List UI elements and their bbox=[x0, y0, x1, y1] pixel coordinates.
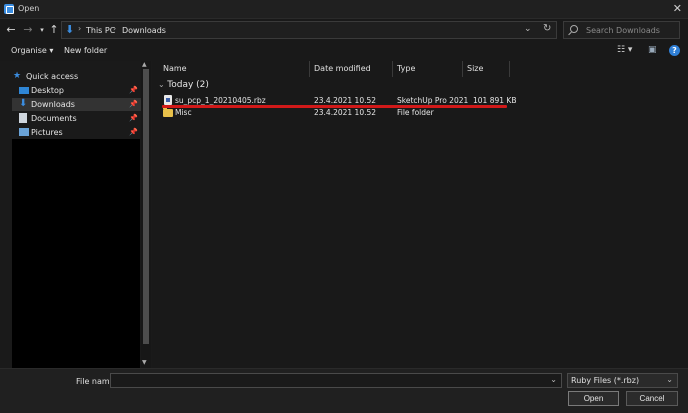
chevron-right-icon[interactable]: › bbox=[78, 24, 81, 33]
file-size: 101 891 KB bbox=[473, 96, 517, 105]
group-label: Today (2) bbox=[167, 80, 209, 90]
file-date: 23.4.2021 10.52 bbox=[314, 96, 377, 105]
title-bar: Open ✕ bbox=[0, 0, 688, 19]
forward-arrow-icon[interactable]: → bbox=[21, 22, 35, 38]
pin-icon[interactable]: 📌 bbox=[129, 86, 138, 94]
sidebar-item-desktop[interactable]: Desktop 📌 bbox=[12, 84, 142, 97]
search-icon bbox=[570, 25, 578, 33]
refresh-icon[interactable]: ↻ bbox=[543, 23, 551, 34]
navigation-scrollbar[interactable]: ▲ ▼ bbox=[141, 61, 151, 368]
chevron-down-icon[interactable]: ⌄ bbox=[550, 375, 557, 384]
desktop-icon bbox=[19, 87, 29, 94]
sidebar-item-label: Documents bbox=[31, 114, 77, 123]
column-divider[interactable] bbox=[392, 61, 393, 77]
sidebar-item-quick-access[interactable]: ★ Quick access bbox=[8, 70, 138, 83]
chevron-right-icon[interactable]: › bbox=[113, 24, 116, 33]
pin-icon[interactable]: 📌 bbox=[129, 128, 138, 136]
scroll-up-icon[interactable]: ▲ bbox=[142, 61, 147, 68]
column-header-type[interactable]: Type bbox=[397, 64, 415, 73]
file-icon bbox=[164, 95, 172, 105]
file-row[interactable]: Misc 23.4.2021 10.52 File folder bbox=[158, 107, 528, 119]
help-icon[interactable]: ? bbox=[669, 45, 680, 56]
address-bar[interactable]: ⬇ › This PC › Downloads ⌄ ↻ bbox=[61, 21, 557, 39]
breadcrumb-downloads[interactable]: Downloads bbox=[122, 26, 166, 35]
sidebar-item-downloads[interactable]: ⬇ Downloads 📌 bbox=[12, 98, 142, 111]
file-name: su_pcp_1_20210405.rbz bbox=[175, 96, 266, 105]
sidebar-item-label: Quick access bbox=[26, 72, 79, 81]
navigation-tree-empty-area bbox=[12, 139, 140, 368]
download-arrow-icon: ⬇ bbox=[65, 23, 75, 36]
sidebar-item-label: Downloads bbox=[31, 100, 75, 109]
file-type: SketchUp Pro 2021 bbox=[397, 96, 469, 105]
column-header-name[interactable]: Name bbox=[163, 64, 187, 73]
chevron-down-icon: ⌄ bbox=[666, 375, 673, 384]
column-header-date[interactable]: Date modified bbox=[314, 64, 371, 73]
sidebar-item-pictures[interactable]: Pictures 📌 bbox=[12, 126, 142, 139]
sidebar-item-label: Pictures bbox=[31, 128, 63, 137]
search-box[interactable] bbox=[563, 21, 680, 39]
search-input[interactable] bbox=[586, 24, 676, 36]
back-arrow-icon[interactable]: ← bbox=[4, 22, 18, 38]
window-title: Open bbox=[18, 4, 40, 13]
pin-icon[interactable]: 📌 bbox=[129, 114, 138, 122]
file-name: Misc bbox=[175, 108, 192, 117]
view-options-icon[interactable]: ☷ ▾ bbox=[617, 45, 632, 55]
document-icon bbox=[19, 113, 27, 123]
column-divider[interactable] bbox=[309, 61, 310, 77]
column-divider[interactable] bbox=[462, 61, 463, 77]
navigation-bar: ← → ▾ ↑ ⬇ › This PC › Downloads ⌄ ↻ bbox=[0, 19, 688, 41]
breadcrumb-this-pc[interactable]: This PC bbox=[86, 26, 115, 35]
navigation-pane: ★ Quick access Desktop 📌 ⬇ Downloads 📌 D… bbox=[0, 61, 152, 368]
download-arrow-icon: ⬇ bbox=[19, 98, 28, 109]
group-header-today[interactable]: ⌄ Today (2) bbox=[158, 80, 209, 90]
column-header-size[interactable]: Size bbox=[467, 64, 483, 73]
file-type-value: Ruby Files (*.rbz) bbox=[571, 376, 640, 385]
column-divider[interactable] bbox=[509, 61, 510, 77]
sidebar-item-documents[interactable]: Documents 📌 bbox=[12, 112, 142, 125]
app-icon bbox=[4, 4, 14, 14]
star-icon: ★ bbox=[13, 71, 22, 81]
chevron-down-icon: ⌄ bbox=[158, 80, 168, 89]
open-button[interactable]: Open bbox=[568, 391, 619, 406]
file-type: File folder bbox=[397, 108, 434, 117]
file-type-select[interactable]: Ruby Files (*.rbz) ⌄ bbox=[567, 373, 678, 388]
scroll-down-icon[interactable]: ▼ bbox=[142, 359, 147, 366]
scrollbar-thumb[interactable] bbox=[143, 69, 149, 344]
close-icon[interactable]: ✕ bbox=[673, 2, 682, 15]
cancel-button[interactable]: Cancel bbox=[626, 391, 678, 406]
dialog-footer: File name: ⌄ Ruby Files (*.rbz) ⌄ Open C… bbox=[0, 368, 688, 413]
pictures-icon bbox=[19, 128, 29, 136]
file-name-input[interactable] bbox=[111, 374, 541, 387]
highlight-underline bbox=[162, 105, 507, 108]
file-name-box[interactable]: ⌄ bbox=[110, 373, 562, 388]
sidebar-item-label: Desktop bbox=[31, 86, 64, 95]
new-folder-button[interactable]: New folder bbox=[64, 46, 107, 55]
file-date: 23.4.2021 10.52 bbox=[314, 108, 377, 117]
organise-button[interactable]: Organise ▾ bbox=[11, 46, 53, 55]
preview-pane-icon[interactable]: ▣ bbox=[648, 45, 657, 55]
folder-icon bbox=[163, 107, 173, 117]
up-arrow-icon[interactable]: ↑ bbox=[47, 22, 61, 38]
command-toolbar: Organise ▾ New folder ☷ ▾ ▣ ? bbox=[0, 41, 688, 61]
address-dropdown-chevron-icon[interactable]: ⌄ bbox=[524, 24, 532, 34]
pin-icon[interactable]: 📌 bbox=[129, 100, 138, 108]
